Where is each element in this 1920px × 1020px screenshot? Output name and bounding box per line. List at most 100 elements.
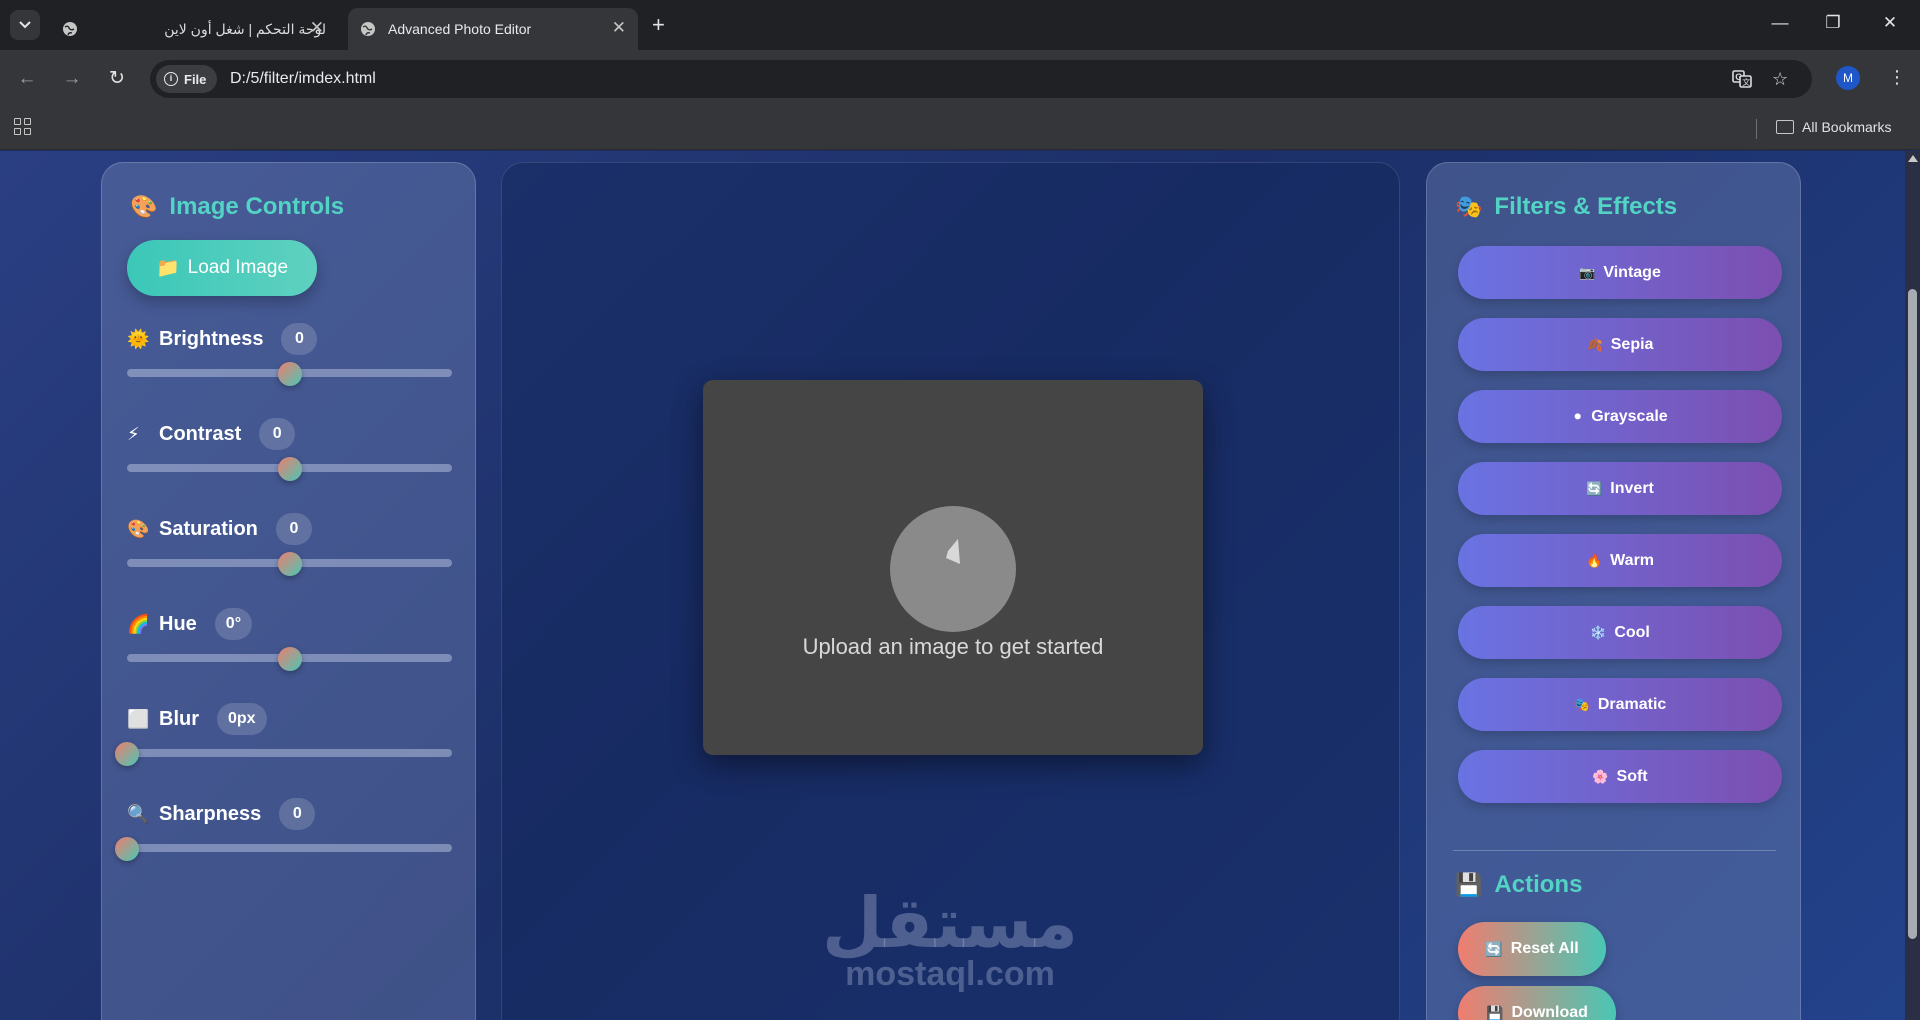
filter-label: Warm	[1610, 551, 1655, 569]
contrast-icon: ⚡	[127, 423, 140, 444]
cool-icon: ❄️	[1590, 624, 1607, 640]
brightness-control: 🌞 Brightness 0	[127, 323, 452, 393]
hue-slider-handle[interactable]	[277, 647, 302, 671]
sepia-icon: 🍂	[1586, 336, 1603, 352]
vintage-icon: 📷	[1579, 264, 1596, 280]
contrast-control: ⚡ Contrast 0	[127, 418, 452, 488]
filter-vintage-button[interactable]: 📷 Vintage	[1458, 246, 1782, 299]
blur-label-row: ⬜ Blur 0px	[127, 703, 267, 735]
saturation-slider-handle[interactable]	[277, 552, 302, 576]
contrast-slider-handle[interactable]	[277, 457, 302, 481]
filter-sepia-button[interactable]: 🍂 Sepia	[1458, 318, 1782, 371]
blur-label: Blur	[159, 707, 199, 730]
sharpness-label-row: 🔍 Sharpness 0	[127, 798, 316, 830]
divider	[1453, 850, 1776, 851]
blur-value-badge: 0px	[217, 703, 267, 735]
chevron-down-icon	[19, 21, 31, 29]
filter-grayscale-button[interactable]: ⚫ Grayscale	[1458, 390, 1782, 443]
refresh-icon: 🔄	[1485, 940, 1503, 957]
star-icon[interactable]: ☆	[1772, 69, 1788, 89]
hue-label: Hue	[159, 612, 197, 635]
sharpness-icon: 🔍	[127, 803, 150, 824]
divider	[1756, 119, 1757, 139]
dramatic-icon: 🎭	[1573, 696, 1590, 712]
tab-title: لوحة التحكم | شغل أون لاين	[164, 20, 326, 37]
pinned-tab[interactable]	[52, 8, 88, 50]
bookmarks-bar: All Bookmarks	[0, 108, 1920, 150]
soft-icon: 🌸	[1592, 768, 1609, 784]
actions-heading: 💾 Actions	[1455, 871, 1582, 899]
filters-title: Filters & Effects	[1494, 193, 1678, 220]
restore-icon[interactable]: ❐	[1821, 12, 1845, 34]
panel-title: 🎨 Image Controls	[130, 193, 344, 221]
tab-search-button[interactable]	[10, 10, 40, 40]
contrast-label: Contrast	[159, 422, 242, 445]
invert-icon: 🔄	[1586, 480, 1603, 496]
menu-icon[interactable]: ⋮	[1888, 64, 1906, 90]
tab-dashboard[interactable]: لوحة التحكم | شغل أون لاين ✕	[120, 8, 338, 50]
scrollbar-thumb[interactable]	[1908, 289, 1917, 939]
blur-control: ⬜ Blur 0px	[115, 703, 452, 773]
url-text[interactable]: D:/5/filter/imdex.html	[230, 70, 376, 88]
filter-cool-button[interactable]: ❄️ Cool	[1458, 606, 1782, 659]
saturation-label-row: 🎨 Saturation 0	[127, 513, 312, 545]
all-bookmarks-label: All Bookmarks	[1802, 119, 1892, 135]
new-tab-button[interactable]: +	[652, 14, 665, 36]
floppy-icon: 💾	[1486, 1004, 1504, 1020]
brightness-slider-handle[interactable]	[277, 362, 302, 386]
brightness-label: Brightness	[159, 327, 264, 350]
tab-photo-editor[interactable]: Advanced Photo Editor ✕	[348, 8, 638, 50]
svg-text:文: 文	[1742, 77, 1750, 87]
image-shard-icon	[946, 539, 960, 564]
actions-title: Actions	[1494, 871, 1583, 898]
saturation-label: Saturation	[159, 517, 258, 540]
download-button[interactable]: 💾 Download	[1458, 986, 1616, 1020]
reset-all-button[interactable]: 🔄 Reset All	[1458, 922, 1606, 976]
grayscale-icon: ⚫	[1572, 408, 1584, 424]
brightness-label-row: 🌞 Brightness 0	[127, 323, 318, 355]
window-close-icon[interactable]: ✕	[1878, 12, 1902, 34]
hue-control: 🌈 Hue 0°	[127, 608, 452, 678]
watermark: مستقل mostaql.com	[770, 884, 1130, 992]
sharpness-slider-handle[interactable]	[115, 837, 139, 861]
apps-icon[interactable]	[14, 118, 31, 135]
all-bookmarks-button[interactable]: All Bookmarks	[1776, 119, 1891, 135]
folder-icon: 📁	[155, 258, 180, 279]
site-info-label: File	[184, 71, 207, 87]
hue-label-row: 🌈 Hue 0°	[127, 608, 253, 640]
close-icon[interactable]: ✕	[310, 18, 324, 38]
forward-icon[interactable]: →	[59, 66, 85, 92]
reload-icon[interactable]: ↻	[104, 66, 130, 92]
translate-icon[interactable]: G文	[1732, 69, 1752, 93]
info-icon: i	[164, 72, 178, 86]
filter-invert-button[interactable]: 🔄 Invert	[1458, 462, 1782, 515]
filter-warm-button[interactable]: 🔥 Warm	[1458, 534, 1782, 587]
reset-all-label: Reset All	[1510, 940, 1579, 957]
address-bar[interactable]: i File D:/5/filter/imdex.html G文 ☆	[150, 60, 1812, 98]
load-image-label: Load Image	[187, 257, 289, 278]
contrast-value-badge: 0	[259, 418, 296, 450]
page-scrollbar[interactable]	[1905, 151, 1920, 1020]
filter-dramatic-button[interactable]: 🎭 Dramatic	[1458, 678, 1782, 731]
download-label: Download	[1511, 1004, 1588, 1020]
minimize-icon[interactable]: —	[1768, 12, 1792, 34]
blur-icon: ⬜	[127, 708, 150, 729]
sharpness-label: Sharpness	[159, 802, 262, 825]
site-info-chip[interactable]: i File	[156, 65, 218, 93]
blur-slider-handle[interactable]	[115, 742, 139, 766]
blur-slider-track[interactable]	[127, 749, 452, 757]
contrast-label-row: ⚡ Contrast 0	[127, 418, 296, 450]
filters-panel: 🎭 Filters & Effects 📷 Vintage 🍂 Sepia ⚫ Grays…	[1426, 162, 1801, 1020]
page-content: 🎨 Image Controls 📁 Load Image 🌞 Brightnes…	[0, 151, 1905, 1020]
scroll-up-icon[interactable]	[1908, 155, 1918, 162]
sharpness-slider-track[interactable]	[127, 844, 452, 852]
back-icon[interactable]: ←	[14, 66, 40, 92]
floppy-icon: 💾	[1455, 872, 1483, 897]
load-image-button[interactable]: 📁 Load Image	[127, 240, 317, 296]
watermark-arabic: مستقل	[821, 882, 1078, 964]
filter-label: Grayscale	[1591, 407, 1668, 425]
avatar[interactable]: M	[1836, 66, 1860, 90]
upload-placeholder[interactable]: Upload an image to get started	[703, 380, 1203, 755]
filter-soft-button[interactable]: 🌸 Soft	[1458, 750, 1782, 803]
close-icon[interactable]: ✕	[612, 18, 626, 38]
